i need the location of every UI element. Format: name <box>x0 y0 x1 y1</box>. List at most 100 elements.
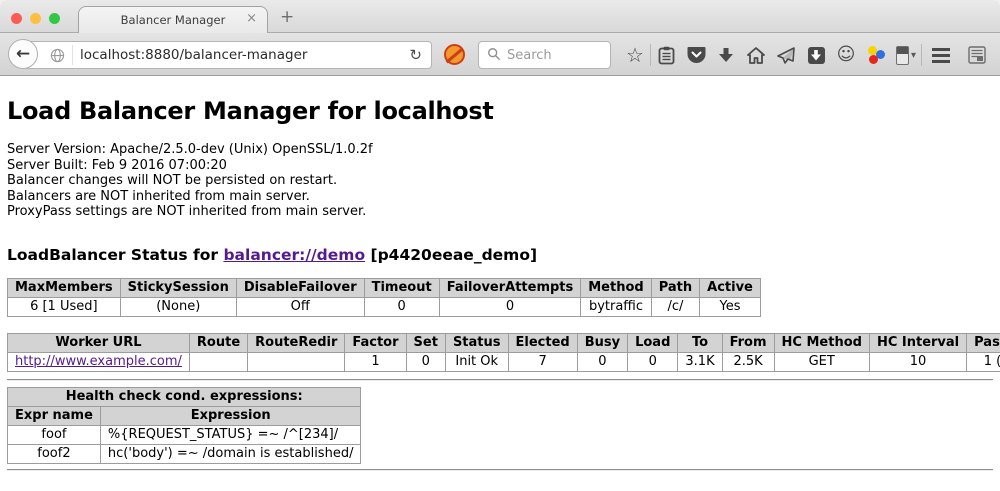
url-text[interactable]: localhost:8880/balancer-manager <box>80 47 400 63</box>
loadbalancer-status-heading: LoadBalancer Status for balancer://demo … <box>7 246 993 264</box>
table-cell: 1 (0) <box>967 352 1000 371</box>
column-header: Status <box>445 333 508 352</box>
address-bar[interactable]: localhost:8880/balancer-manager ↻ <box>23 41 432 69</box>
tab-close-icon[interactable]: × <box>246 12 257 25</box>
table-row: foof2hc('body') =~ /domain is establishe… <box>8 444 361 463</box>
download-manager-button[interactable] <box>801 40 831 70</box>
table-cell: Yes <box>700 297 761 316</box>
tab-title: Balancer Manager <box>121 13 226 27</box>
column-header: Method <box>581 278 651 297</box>
bookmark-star-button[interactable]: ☆ <box>620 40 650 70</box>
server-built-line: Server Built: Feb 9 2016 07:00:20 <box>7 158 993 174</box>
search-placeholder: Search <box>507 48 552 63</box>
table-cell: 0 <box>364 297 439 316</box>
table-row: 6 [1 Used](None)Off00bytraffic/c/Yes <box>8 297 761 316</box>
hamburger-icon <box>932 48 950 63</box>
urlbar-separator <box>72 45 73 65</box>
column-header: FailoverAttempts <box>439 278 581 297</box>
emoji-extension-button[interactable]: ☺ <box>831 40 861 70</box>
back-button[interactable]: ← <box>8 39 38 69</box>
new-tab-button[interactable]: + <box>280 7 294 27</box>
star-icon: ☆ <box>626 45 644 65</box>
table-cell: 7 <box>508 352 577 371</box>
table-cell: 1 <box>345 352 406 371</box>
chevron-down-icon: ▾ <box>911 50 916 61</box>
send-tab-button[interactable] <box>771 40 801 70</box>
battery-icon <box>896 46 909 65</box>
table-cell: GET <box>774 352 869 371</box>
horizontal-rule <box>7 469 993 471</box>
home-icon <box>747 47 765 64</box>
health-check-expressions-table: Health check cond. expressions:Expr name… <box>7 387 361 464</box>
pocket-button[interactable] <box>681 40 711 70</box>
table-cell: Init Ok <box>445 352 508 371</box>
persist-notice-line: Balancer changes will NOT be persisted o… <box>7 173 993 189</box>
download-square-icon <box>808 47 825 64</box>
battery-extension-button[interactable]: ▾ <box>891 40 921 70</box>
tab-groups-button[interactable] <box>962 40 992 70</box>
tab-balancer-manager[interactable]: Balancer Manager × <box>78 6 268 33</box>
table-cell: 10 <box>869 352 966 371</box>
navigation-toolbar: ← localhost:8880/balancer-manager ↻ Sear… <box>0 33 1000 76</box>
table-cell: 6 [1 Used] <box>8 297 121 316</box>
content-blocker-icon[interactable] <box>444 44 465 65</box>
column-header: Expr name <box>8 406 101 425</box>
table-cell: 0 <box>577 352 627 371</box>
column-header: Passes <box>967 333 1000 352</box>
smiley-icon: ☺ <box>837 46 856 64</box>
column-header: Factor <box>345 333 406 352</box>
page-content: Load Balancer Manager for localhost Serv… <box>0 77 1000 491</box>
column-header: Set <box>406 333 445 352</box>
worker-status-table: Worker URLRouteRouteRedirFactorSetStatus… <box>7 333 1000 372</box>
table-cell: foof <box>8 425 101 444</box>
colors-extension-button[interactable] <box>861 40 891 70</box>
table-cell: bytraffic <box>581 297 651 316</box>
table-row: http://www.example.com/10Init Ok7003.1K2… <box>8 352 1000 371</box>
toolbar-icons: ☆ ☺ ▾ <box>620 40 992 70</box>
column-header: Busy <box>577 333 627 352</box>
table-cell: (None) <box>120 297 236 316</box>
toolbar-separator <box>921 44 922 66</box>
proxypass-notice-line: ProxyPass settings are NOT inherited fro… <box>7 204 993 220</box>
horizontal-rule <box>7 379 993 381</box>
reading-list-button[interactable] <box>651 40 681 70</box>
table-cell: 2.5K <box>722 352 774 371</box>
zoom-window-button[interactable] <box>49 13 60 24</box>
page-title: Load Balancer Manager for localhost <box>7 97 993 125</box>
column-header: HC Method <box>774 333 869 352</box>
column-header: Expression <box>100 406 361 425</box>
home-button[interactable] <box>741 40 771 70</box>
minimize-window-button[interactable] <box>30 13 41 24</box>
paper-plane-icon <box>777 47 795 64</box>
window-controls <box>11 13 60 24</box>
downloads-button[interactable] <box>711 40 741 70</box>
table-title: Health check cond. expressions: <box>8 387 361 406</box>
column-header: Elected <box>508 333 577 352</box>
table-cell: 0 <box>628 352 678 371</box>
color-dots-icon <box>867 46 885 64</box>
balancer-demo-link[interactable]: balancer://demo <box>223 246 365 264</box>
menu-button[interactable] <box>926 40 956 70</box>
table-cell <box>248 352 345 371</box>
table-cell: %{REQUEST_STATUS} =~ /^[234]/ <box>100 425 361 444</box>
pocket-icon <box>687 46 706 64</box>
column-header: Load <box>628 333 678 352</box>
column-header: Worker URL <box>8 333 190 352</box>
browser-window: Balancer Manager × + ← localhost:8880/ba… <box>0 0 1000 491</box>
server-info: Server Version: Apache/2.5.0-dev (Unix) … <box>7 142 993 220</box>
column-header: Active <box>700 278 761 297</box>
column-header: From <box>722 333 774 352</box>
column-header: MaxMembers <box>8 278 121 297</box>
column-header: RouteRedir <box>248 333 345 352</box>
worker-url-link[interactable]: http://www.example.com/ <box>15 354 182 369</box>
reload-button[interactable]: ↻ <box>400 46 431 64</box>
table-cell <box>189 352 247 371</box>
table-cell: 0 <box>439 297 581 316</box>
table-cell: /c/ <box>651 297 699 316</box>
table-cell: 3.1K <box>678 352 722 371</box>
close-window-button[interactable] <box>11 13 22 24</box>
status-heading-prefix: LoadBalancer Status for <box>7 246 218 264</box>
tab-bar: Balancer Manager × + <box>0 0 1000 33</box>
search-input[interactable]: Search <box>478 41 611 69</box>
page-grid-icon <box>968 46 986 64</box>
